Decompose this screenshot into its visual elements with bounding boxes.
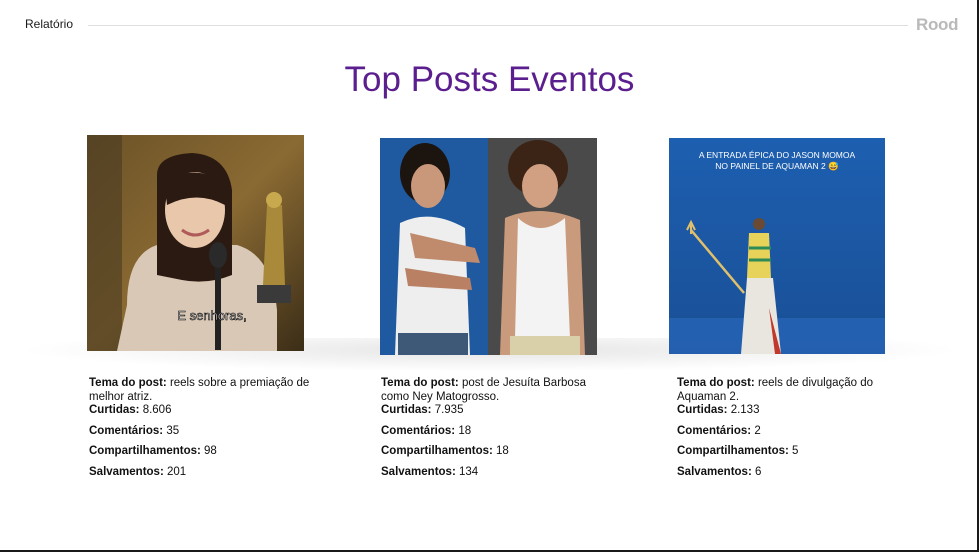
- post-2-salvamentos: Salvamentos: 134: [381, 465, 479, 478]
- post-2-compartilhamentos: Compartilhamentos: 18: [381, 445, 509, 457]
- post-1-comentarios: Comentários: 35: [89, 424, 180, 437]
- post-2-image: [380, 138, 597, 355]
- post-3-overlay-line-1: A ENTRADA ÉPICA DO JASON MOMOA: [699, 150, 856, 160]
- post-1-tema: Tema do post: reels sobre a premiação de…: [89, 377, 310, 403]
- post-1-image: E senhoras,: [87, 135, 304, 351]
- post-3-overlay-line-2: NO PAINEL DE AQUAMAN 2 😅: [715, 161, 838, 171]
- post-3-curtidas: Curtidas: 2.133: [677, 404, 760, 416]
- post-2-comentarios: Comentários: 18: [381, 424, 472, 437]
- header-divider: [88, 25, 908, 26]
- post-2-tema: Tema do post: post de Jesuíta Barbosa co…: [381, 377, 586, 403]
- post-1-compartilhamentos: Compartilhamentos: 98: [89, 445, 217, 457]
- brand-logo: Rood: [916, 15, 959, 34]
- post-thumbnail-2[interactable]: [380, 138, 597, 355]
- report-label: Relatório: [25, 17, 74, 31]
- post-info-1: Tema do post: reels sobre a premiação de…: [89, 377, 314, 486]
- post-3-comentarios: Comentários: 2: [677, 424, 761, 437]
- post-1-caption: E senhoras,: [177, 308, 246, 323]
- post-thumbnail-1[interactable]: E senhoras,: [87, 135, 304, 351]
- post-1-curtidas: Curtidas: 8.606: [89, 404, 172, 416]
- post-3-salvamentos: Salvamentos: 6: [677, 465, 762, 478]
- post-1-salvamentos: Salvamentos: 201: [89, 465, 187, 478]
- post-info-2: Tema do post: post de Jesuíta Barbosa co…: [381, 377, 596, 486]
- page-title: Top Posts Eventos: [344, 60, 635, 99]
- post-3-compartilhamentos: Compartilhamentos: 5: [677, 445, 799, 457]
- post-3-tema: Tema do post: reels de divulgação do Aqu…: [677, 377, 874, 403]
- post-3-image: A ENTRADA ÉPICA DO JASON MOMOA NO PAINEL…: [669, 138, 885, 354]
- post-2-curtidas: Curtidas: 7.935: [381, 404, 464, 416]
- post-thumbnail-3[interactable]: A ENTRADA ÉPICA DO JASON MOMOA NO PAINEL…: [669, 138, 885, 354]
- post-info-3: Tema do post: reels de divulgação do Aqu…: [677, 377, 887, 486]
